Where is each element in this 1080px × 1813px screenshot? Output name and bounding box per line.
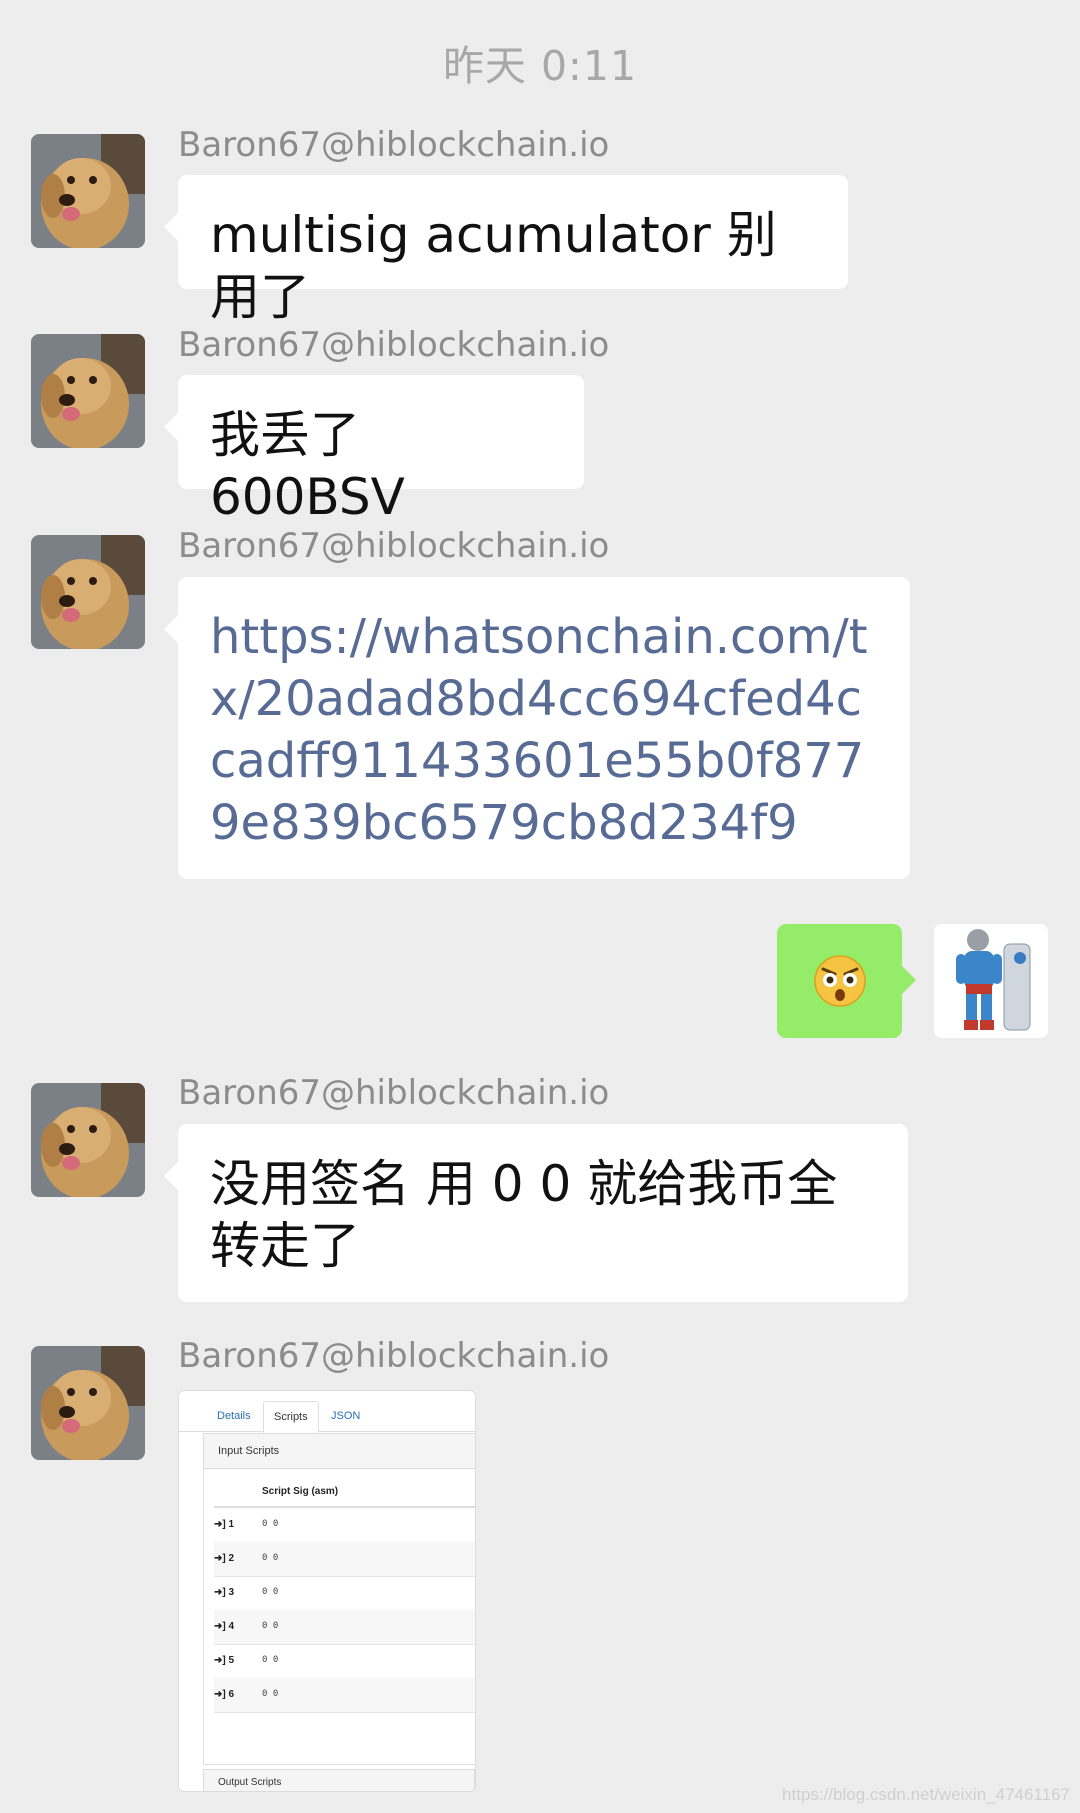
table-row: ➜] 5 0 0 bbox=[214, 1644, 475, 1679]
my-avatar[interactable] bbox=[934, 924, 1048, 1038]
output-scripts-header: Output Scripts bbox=[203, 1769, 475, 1791]
dog-avatar-icon bbox=[31, 334, 145, 448]
sender-name: Baron67@hiblockchain.io bbox=[178, 1336, 610, 1376]
tab-details: Details bbox=[217, 1410, 251, 1422]
script-value: 0 0 bbox=[262, 1655, 279, 1665]
sender-name: Baron67@hiblockchain.io bbox=[178, 1073, 610, 1113]
message-bubble[interactable]: 没用签名 用 0 0 就给我币全转走了 bbox=[164, 1124, 908, 1302]
dog-avatar-icon bbox=[31, 1346, 145, 1460]
script-value: 0 0 bbox=[262, 1519, 279, 1529]
chat-timestamp: 昨天 0:11 bbox=[442, 42, 638, 90]
message-bubble[interactable]: multisig acumulator 别用了 bbox=[164, 175, 848, 326]
input-scripts-panel: Input Scripts Script Sig (asm) ➜] 1 0 0 … bbox=[203, 1433, 475, 1765]
tab-json: JSON bbox=[331, 1410, 361, 1422]
image-message[interactable]: Details Scripts JSON Input Scripts Scrip… bbox=[178, 1390, 476, 1792]
row-number: ➜] 4 bbox=[214, 1621, 235, 1632]
shocked-face-icon bbox=[814, 955, 866, 1007]
sender-name: Baron67@hiblockchain.io bbox=[178, 325, 610, 365]
row-number: ➜] 3 bbox=[214, 1587, 235, 1598]
my-message-bubble[interactable] bbox=[777, 924, 916, 1038]
dog-avatar-icon bbox=[31, 535, 145, 649]
avatar[interactable] bbox=[31, 1346, 145, 1460]
tab-scripts: Scripts bbox=[263, 1401, 319, 1433]
table-row: ➜] 6 0 0 bbox=[214, 1678, 475, 1713]
avatar[interactable] bbox=[31, 535, 145, 649]
row-number: ➜] 1 bbox=[214, 1519, 235, 1530]
script-value: 0 0 bbox=[262, 1689, 279, 1699]
table-row: ➜] 4 0 0 bbox=[214, 1610, 475, 1645]
watermark: https://blog.csdn.net/weixin_47461167 bbox=[782, 1785, 1070, 1804]
dog-avatar-icon bbox=[31, 134, 145, 248]
table-row: ➜] 1 0 0 bbox=[214, 1508, 475, 1543]
panel-title: Input Scripts bbox=[204, 1434, 475, 1469]
table-row: ➜] 2 0 0 bbox=[214, 1542, 475, 1577]
avatar[interactable] bbox=[31, 334, 145, 448]
avatar[interactable] bbox=[31, 134, 145, 248]
row-number: ➜] 5 bbox=[214, 1655, 235, 1666]
link-message-bubble[interactable]: https://whatsonchain.com/tx/20adad8bd4cc… bbox=[164, 577, 910, 879]
column-header: Script Sig (asm) bbox=[262, 1486, 339, 1497]
sender-name: Baron67@hiblockchain.io bbox=[178, 526, 610, 566]
superhero-avatar-icon bbox=[934, 924, 1048, 1038]
screenshot-tabs: Details Scripts JSON bbox=[179, 1401, 475, 1433]
sender-name: Baron67@hiblockchain.io bbox=[178, 125, 610, 165]
script-value: 0 0 bbox=[262, 1621, 279, 1631]
row-number: ➜] 6 bbox=[214, 1689, 235, 1700]
table-row: ➜] 3 0 0 bbox=[214, 1576, 475, 1611]
dog-avatar-icon bbox=[31, 1083, 145, 1197]
script-value: 0 0 bbox=[262, 1553, 279, 1563]
script-value: 0 0 bbox=[262, 1587, 279, 1597]
avatar[interactable] bbox=[31, 1083, 145, 1197]
row-number: ➜] 2 bbox=[214, 1553, 235, 1564]
message-bubble[interactable]: 我丢了600BSV bbox=[164, 375, 584, 526]
